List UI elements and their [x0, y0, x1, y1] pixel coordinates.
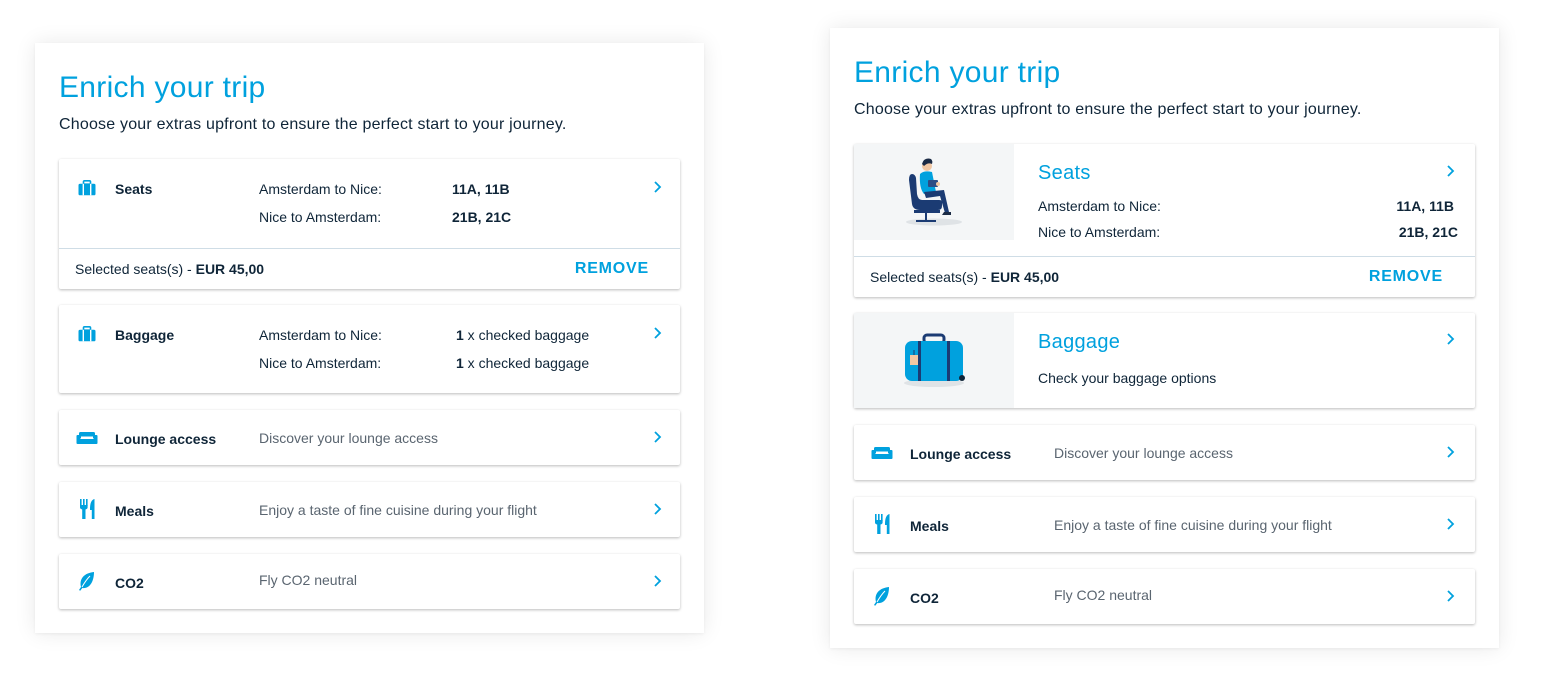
- chevron-right-icon[interactable]: [1445, 517, 1455, 531]
- baggage-title: Baggage: [1038, 331, 1121, 353]
- seat-numbers: 11A, 11B: [452, 181, 510, 197]
- route-label: Amsterdam to Nice:: [259, 327, 382, 343]
- lounge-card[interactable]: Lounge access Discover your lounge acces…: [854, 425, 1475, 480]
- meals-title: Meals: [115, 503, 154, 519]
- meals-card[interactable]: Meals Enjoy a taste of fine cuisine duri…: [59, 482, 680, 537]
- route-label: Nice to Amsterdam:: [259, 209, 382, 225]
- lounge-description: Discover your lounge access: [1054, 445, 1233, 461]
- selected-seats-summary: Selected seats(s) - EUR 45,00: [870, 269, 1060, 285]
- seats-title: Seats: [1038, 162, 1091, 184]
- chevron-right-icon[interactable]: [1445, 589, 1455, 603]
- lounge-title: Lounge access: [910, 446, 1012, 462]
- chevron-right-icon[interactable]: [652, 180, 662, 194]
- remove-button[interactable]: REMOVE: [1369, 268, 1443, 286]
- remove-button[interactable]: REMOVE: [575, 260, 649, 278]
- divider: [59, 248, 680, 249]
- seats-title: Seats: [115, 181, 153, 197]
- meals-card[interactable]: Meals Enjoy a taste of fine cuisine duri…: [854, 497, 1475, 552]
- chevron-right-icon[interactable]: [1445, 332, 1455, 346]
- route-label: Nice to Amsterdam:: [259, 355, 382, 371]
- baggage-card[interactable]: Baggage Check your baggage options: [854, 313, 1475, 408]
- baggage-value: 1 x checked baggage: [456, 327, 590, 343]
- baggage-value: 1 x checked baggage: [456, 355, 590, 371]
- page-subtitle: Choose your extras upfront to ensure the…: [59, 116, 567, 133]
- cutlery-icon: [75, 497, 99, 521]
- suitcase-illustration: [854, 313, 1014, 408]
- leaf-icon: [75, 569, 99, 593]
- lounge-description: Discover your lounge access: [259, 430, 438, 446]
- co2-card[interactable]: CO2 Fly CO2 neutral: [854, 569, 1475, 624]
- seat-numbers: 21B, 21C: [1398, 224, 1458, 240]
- suitcase-icon: [75, 176, 99, 200]
- co2-description: Fly CO2 neutral: [1054, 587, 1153, 603]
- seat-numbers: 11A, 11B: [1396, 198, 1454, 214]
- selected-seats-summary: Selected seats(s) - EUR 45,00: [75, 261, 265, 277]
- cutlery-icon: [870, 512, 894, 536]
- suitcase-icon: [75, 322, 99, 346]
- seats-price: EUR 45,00: [195, 261, 265, 277]
- lounge-title: Lounge access: [115, 431, 217, 447]
- lounge-card[interactable]: Lounge access Discover your lounge acces…: [59, 410, 680, 465]
- chevron-right-icon[interactable]: [652, 502, 662, 516]
- extras-panel-compact: Enrich your trip Choose your extras upfr…: [35, 43, 704, 633]
- sofa-icon: [870, 441, 894, 465]
- chevron-right-icon[interactable]: [652, 574, 662, 588]
- seats-card[interactable]: Seats Amsterdam to Nice: 11A, 11B Nice t…: [854, 144, 1475, 297]
- leaf-icon: [870, 584, 894, 608]
- baggage-card[interactable]: Baggage Amsterdam to Nice: 1 x checked b…: [59, 305, 680, 393]
- meals-description: Enjoy a taste of fine cuisine during you…: [259, 502, 537, 518]
- baggage-title: Baggage: [115, 327, 175, 343]
- baggage-description: Check your baggage options: [1038, 370, 1217, 386]
- co2-title: CO2: [115, 575, 144, 591]
- seats-price: EUR 45,00: [990, 269, 1060, 285]
- meals-title: Meals: [910, 518, 949, 534]
- page-subtitle: Choose your extras upfront to ensure the…: [854, 101, 1362, 118]
- co2-title: CO2: [910, 590, 939, 606]
- route-label: Amsterdam to Nice:: [1038, 198, 1161, 214]
- co2-description: Fly CO2 neutral: [259, 572, 358, 588]
- page-title: Enrich your trip: [59, 71, 266, 104]
- co2-card[interactable]: CO2 Fly CO2 neutral: [59, 554, 680, 609]
- meals-description: Enjoy a taste of fine cuisine during you…: [1054, 517, 1332, 533]
- seated-passenger-illustration: [854, 144, 1014, 240]
- page-title: Enrich your trip: [854, 56, 1061, 89]
- seats-card[interactable]: Seats Amsterdam to Nice: 11A, 11B Nice t…: [59, 159, 680, 289]
- chevron-right-icon[interactable]: [1445, 164, 1455, 178]
- chevron-right-icon[interactable]: [652, 326, 662, 340]
- route-label: Amsterdam to Nice:: [259, 181, 382, 197]
- chevron-right-icon[interactable]: [1445, 445, 1455, 459]
- route-label: Nice to Amsterdam:: [1038, 224, 1161, 240]
- divider: [854, 256, 1475, 257]
- chevron-right-icon[interactable]: [652, 430, 662, 444]
- extras-panel-illustrated: Enrich your trip Choose your extras upfr…: [830, 28, 1499, 648]
- sofa-icon: [75, 426, 99, 450]
- seat-numbers: 21B, 21C: [452, 209, 512, 225]
